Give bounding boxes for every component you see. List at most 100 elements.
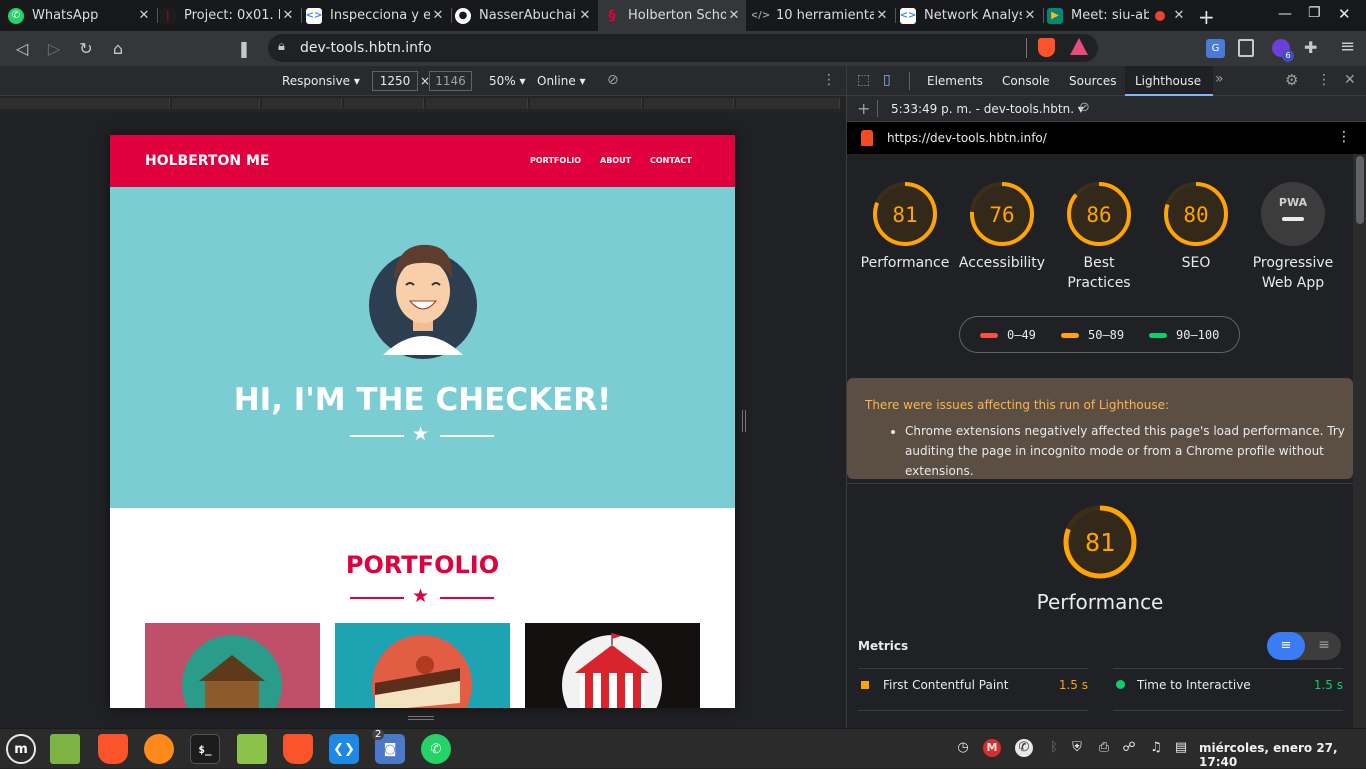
tab-sources[interactable]: Sources: [1069, 74, 1116, 88]
tab-holberton-active[interactable]: § Holberton Scho ✕: [598, 0, 746, 31]
gauge-label: Performance: [860, 255, 950, 271]
nav-portfolio[interactable]: PORTFOLIO: [530, 156, 581, 165]
cake-illustration: [372, 635, 472, 708]
whatsapp-icon[interactable]: ✆: [421, 734, 451, 764]
compact-view-icon[interactable]: ≡: [1267, 632, 1305, 660]
sound-icon[interactable]: ♫: [1147, 739, 1165, 757]
terminal-icon[interactable]: $_: [190, 734, 220, 764]
brave-browser-icon[interactable]: [283, 734, 313, 764]
clear-reports-icon[interactable]: ⊘: [1079, 100, 1090, 115]
forward-button[interactable]: ▷: [42, 37, 66, 61]
gauge-seo[interactable]: 80 SEO: [1146, 181, 1246, 273]
tab-whatsapp[interactable]: ✆ WhatsApp ✕: [8, 0, 156, 31]
media-query-bar[interactable]: [0, 96, 846, 112]
gauge-accessibility[interactable]: 76 Accessibility: [952, 181, 1052, 273]
more-options-icon[interactable]: ⋮: [822, 72, 836, 88]
resize-handle-bottom[interactable]: [408, 716, 434, 720]
scrollbar-thumb[interactable]: [1356, 156, 1364, 224]
network-icon[interactable]: ☍: [1120, 739, 1138, 757]
gauge-pwa[interactable]: PWA Progressive Web App: [1243, 181, 1343, 293]
height-input[interactable]: 1146: [429, 71, 472, 91]
gauge-label: Accessibility: [958, 255, 1046, 271]
close-icon[interactable]: ✕: [136, 8, 152, 23]
brave-browser-icon[interactable]: [98, 734, 128, 764]
metric-fcp[interactable]: First Contentful Paint 1.5 s: [858, 676, 1088, 698]
metric-tti[interactable]: Time to Interactive 1.5 s: [1113, 676, 1343, 698]
expanded-view-icon[interactable]: ≡: [1311, 632, 1337, 660]
tab-herramientas[interactable]: </> 10 herramientas ✕: [752, 0, 894, 31]
portfolio-item-cabin[interactable]: [145, 623, 320, 708]
zoom-select[interactable]: 50% ▾: [489, 74, 526, 88]
back-button[interactable]: ◁: [10, 37, 34, 61]
report-select[interactable]: 5:33:49 p. m. - dev-tools.hbtn. ▾: [891, 102, 1084, 116]
printer-icon[interactable]: ⎙: [1095, 739, 1113, 757]
home-button[interactable]: ⌂: [106, 37, 130, 61]
rotate-icon[interactable]: ⊘: [607, 72, 619, 88]
close-icon[interactable]: ✕: [1171, 8, 1187, 23]
new-tab-button[interactable]: +: [1198, 5, 1215, 29]
bookmark-icon[interactable]: ❚: [232, 37, 256, 61]
device-toolbar-toggle-icon[interactable]: ▯: [883, 72, 891, 88]
close-icon[interactable]: ✕: [1022, 8, 1038, 23]
clock[interactable]: miércoles, enero 27, 17:40: [1199, 741, 1366, 769]
close-icon[interactable]: ✕: [430, 8, 446, 23]
device-mode-select[interactable]: Responsive ▾: [282, 74, 360, 88]
report-scrollbar[interactable]: [1353, 154, 1366, 728]
vscode-icon[interactable]: ❮❯: [329, 734, 359, 764]
gauge-performance[interactable]: 81 Performance: [855, 181, 955, 273]
new-report-button[interactable]: +: [857, 99, 870, 118]
throttle-select[interactable]: Online ▾: [537, 74, 586, 88]
close-icon[interactable]: ✕: [577, 8, 593, 23]
mint-menu-icon[interactable]: m: [6, 734, 36, 764]
tab-github[interactable]: ● NasserAbuchail ✕: [455, 0, 597, 31]
close-window-button[interactable]: ✕: [1338, 5, 1351, 23]
report-menu-icon[interactable]: ⋮: [1337, 129, 1351, 145]
maximize-button[interactable]: ❐: [1308, 5, 1321, 21]
tab-project[interactable]: ❘ Project: 0x01. D ✕: [160, 0, 300, 31]
wallet-icon[interactable]: [1238, 39, 1254, 57]
customize-menu-icon[interactable]: ⋮: [1317, 72, 1331, 88]
timer-icon[interactable]: ◷: [954, 739, 972, 757]
portfolio-item-cake[interactable]: [335, 623, 510, 708]
address-bar[interactable]: 🔒︎ dev-tools.hbtn.info: [268, 34, 1098, 62]
performance-score-gauge[interactable]: 81: [1050, 504, 1150, 580]
resize-handle-right[interactable]: [742, 410, 746, 432]
mega-icon[interactable]: M: [983, 739, 1001, 757]
tab-console[interactable]: Console: [1002, 74, 1050, 88]
shield-icon[interactable]: ⛨: [1068, 739, 1086, 757]
clipboard-icon[interactable]: ▤: [1172, 739, 1190, 757]
brave-rewards-icon[interactable]: [1070, 38, 1088, 55]
site-brand[interactable]: HOLBERTON ME: [145, 153, 269, 169]
extensions-puzzle-icon[interactable]: ✚: [1304, 38, 1317, 57]
tab-meet[interactable]: ▶ Meet: siu-ab ✕: [1047, 0, 1191, 31]
brave-shield-icon[interactable]: [1038, 38, 1055, 57]
more-tabs-icon[interactable]: »: [1215, 71, 1224, 87]
inspect-element-icon[interactable]: ⬚: [857, 72, 870, 88]
gauge-best-practices[interactable]: 86 Best Practices: [1049, 181, 1149, 293]
close-icon[interactable]: ✕: [874, 8, 890, 23]
reload-button[interactable]: ↻: [74, 37, 98, 61]
settings-gear-icon[interactable]: ⚙: [1285, 71, 1298, 89]
close-devtools-icon[interactable]: ✕: [1344, 72, 1356, 88]
tab-inspecciona[interactable]: <> Inspecciona y ec ✕: [306, 0, 450, 31]
portfolio-item-circus[interactable]: [525, 623, 700, 708]
close-icon[interactable]: ✕: [726, 8, 742, 23]
show-desktop-icon[interactable]: [50, 734, 80, 764]
file-manager-icon[interactable]: [237, 734, 267, 764]
metrics-view-toggle[interactable]: ≡ ≡: [1267, 632, 1341, 660]
tab-network[interactable]: <> Network Analys ✕: [900, 0, 1042, 31]
tab-elements[interactable]: Elements: [927, 74, 983, 88]
width-input[interactable]: 1250: [372, 71, 418, 91]
nav-about[interactable]: ABOUT: [600, 156, 631, 165]
report-url[interactable]: https://dev-tools.hbtn.info/: [887, 131, 1047, 145]
performance-heading: Performance: [1036, 590, 1164, 614]
bluetooth-icon[interactable]: ᛒ: [1045, 739, 1063, 757]
firefox-icon[interactable]: [144, 734, 174, 764]
minimize-button[interactable]: —: [1278, 6, 1292, 22]
device-toolbar: Responsive ▾ 1250 × 1146 50% ▾ Online ▾ …: [0, 66, 846, 96]
menu-icon[interactable]: ≡: [1340, 36, 1355, 57]
close-icon[interactable]: ✕: [280, 8, 296, 23]
nav-contact[interactable]: CONTACT: [650, 156, 692, 165]
whatsapp-tray-icon[interactable]: ✆: [1015, 739, 1033, 757]
translate-icon[interactable]: G: [1206, 39, 1225, 58]
